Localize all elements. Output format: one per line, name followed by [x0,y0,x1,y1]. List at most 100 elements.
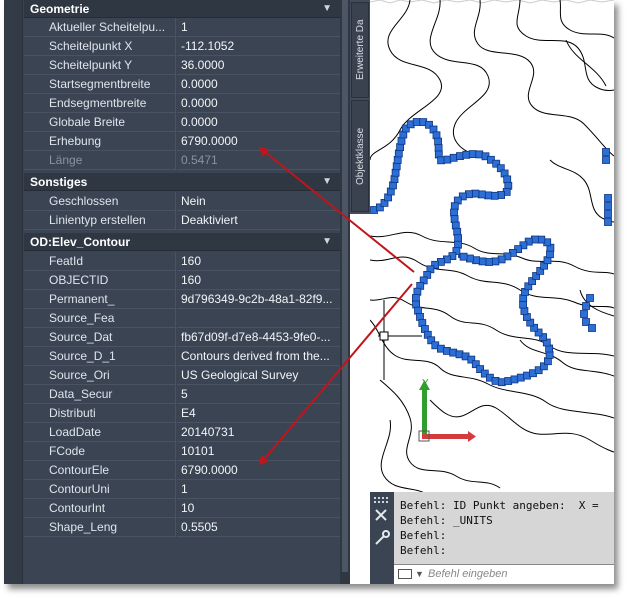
property-value[interactable]: 5 [177,385,340,404]
command-prompt-icon[interactable] [398,569,412,579]
grip-point[interactable] [602,156,610,164]
grip-point[interactable] [520,307,529,315]
property-row[interactable]: Globale Breite 0.0000 [24,113,340,132]
property-row[interactable]: OBJECTID 160 [24,271,340,290]
grip-point[interactable] [412,118,421,126]
chevron-down-icon[interactable]: ▼ [415,565,424,584]
grip-point[interactable] [604,194,612,202]
grip-point[interactable] [394,149,403,158]
property-value[interactable]: 20140731 [177,423,340,442]
scrollbar-thumb[interactable] [342,0,348,572]
grip-point[interactable] [537,235,546,244]
property-value[interactable]: 10101 [177,442,340,461]
property-value[interactable] [177,309,340,328]
grip-point[interactable] [454,234,462,243]
property-row[interactable]: Erhebung 6790.0000 [24,132,340,151]
section-header-sonstiges[interactable]: Sonstiges ▼ [24,173,340,191]
property-row[interactable]: Permanent_ 9d796349-9c2b-48a1-82f9... [24,290,340,309]
property-row[interactable]: Source_D_1 Contours derived from the... [24,347,340,366]
grip-point[interactable] [582,302,590,310]
property-row[interactable]: ContourUni 1 [24,480,340,499]
grip-point[interactable] [434,144,443,152]
property-row[interactable]: Startsegmentbreite 0.0000 [24,75,340,94]
property-row[interactable]: LoadDate 20140731 [24,423,340,442]
chevron-down-icon[interactable]: ▼ [322,233,332,251]
grip-point[interactable] [412,294,420,302]
grip-point[interactable] [392,162,401,171]
property-value[interactable]: Contours derived from the... [177,347,340,366]
property-row[interactable]: Geschlossen Nein [24,192,340,211]
property-value[interactable]: 36.0000 [177,56,340,75]
grip-point[interactable] [485,258,493,266]
property-row[interactable]: Source_Fea [24,309,340,328]
property-value[interactable]: 1 [177,18,340,37]
property-row[interactable]: Scheitelpunkt X -112.1052 [24,37,340,56]
property-value[interactable]: 9d796349-9c2b-48a1-82f9... [177,290,340,309]
property-value[interactable]: 0.0000 [177,94,340,113]
grip-point[interactable] [453,227,462,236]
property-value[interactable]: US Geological Survey [177,366,340,385]
grip-point[interactable] [490,191,499,200]
property-row[interactable]: Source_Ori US Geological Survey [24,366,340,385]
grip-point[interactable] [450,202,459,211]
tab-objektklasse[interactable]: Objektklasse [351,100,369,212]
property-row[interactable]: ContourInt 10 [24,499,340,518]
grip-point[interactable] [477,190,486,199]
property-value[interactable]: 10 [177,499,340,518]
grip-point[interactable] [462,150,471,159]
property-value[interactable]: 160 [177,271,340,290]
property-value[interactable]: 0.0000 [177,113,340,132]
property-row[interactable]: Scheitelpunkt Y 36.0000 [24,56,340,75]
grip-point[interactable] [459,252,468,261]
command-input-placeholder[interactable]: Befehl eingeben [428,565,508,584]
property-value[interactable]: fb67d09f-d7e8-4453-9fe0-... [177,328,340,347]
grip-point[interactable] [391,168,400,177]
grip-point[interactable] [604,202,612,210]
command-input-bar[interactable]: ▼ Befehl eingeben [394,564,614,584]
property-value[interactable]: Nein [177,192,340,211]
grip-point[interactable] [478,257,487,266]
property-value[interactable]: Deaktiviert [177,211,340,230]
grip-point[interactable] [450,208,458,217]
property-row[interactable]: Data_Secur 5 [24,385,340,404]
property-value[interactable]: 0.5471 [177,151,340,170]
grip-point[interactable] [497,191,505,199]
property-value[interactable]: 160 [177,252,340,271]
grip-point[interactable] [604,218,612,226]
property-value[interactable]: 6790.0000 [177,461,340,480]
property-row[interactable]: Endsegmentbreite 0.0000 [24,94,340,113]
grip-point[interactable] [450,215,459,224]
grip-point[interactable] [545,350,554,359]
property-value[interactable]: 0.0000 [177,75,340,94]
wrench-icon[interactable] [375,530,390,545]
grip-point[interactable] [393,155,402,164]
grip-point[interactable] [468,150,477,159]
grip-point[interactable] [390,175,399,184]
palette-scrollbar[interactable] [340,0,350,584]
grip-point[interactable] [546,250,554,259]
grip-point[interactable] [434,137,442,146]
grip-point[interactable] [580,310,588,318]
close-icon[interactable] [375,509,387,521]
property-row[interactable]: Linientyp erstellen Deaktiviert [24,211,340,230]
grip-point[interactable] [484,191,493,200]
grip-point[interactable] [586,294,594,302]
section-header-geometrie[interactable]: Geometrie ▼ [24,0,340,18]
property-row[interactable]: FeatId 160 [24,252,340,271]
grip-dots-icon[interactable] [374,497,388,503]
property-row[interactable]: Länge 0.5471 [24,151,340,170]
property-row[interactable]: Shape_Leng 0.5505 [24,518,340,537]
property-row[interactable]: Aktueller Scheitelpu... 1 [24,18,340,37]
tab-erweiterte-daten[interactable]: Erweiterte Da [351,2,369,98]
property-value[interactable]: 6790.0000 [177,132,340,151]
property-value[interactable]: 1 [177,480,340,499]
property-row[interactable]: Distributi E4 [24,404,340,423]
property-row[interactable]: ContourEle 6790.0000 [24,461,340,480]
property-value[interactable]: -112.1052 [177,37,340,56]
property-value[interactable]: 0.5505 [177,518,340,537]
grip-point[interactable] [491,257,500,266]
grip-point[interactable] [497,378,506,387]
grip-point[interactable] [604,210,612,218]
grip-point[interactable] [519,300,528,309]
property-row[interactable]: FCode 10101 [24,442,340,461]
